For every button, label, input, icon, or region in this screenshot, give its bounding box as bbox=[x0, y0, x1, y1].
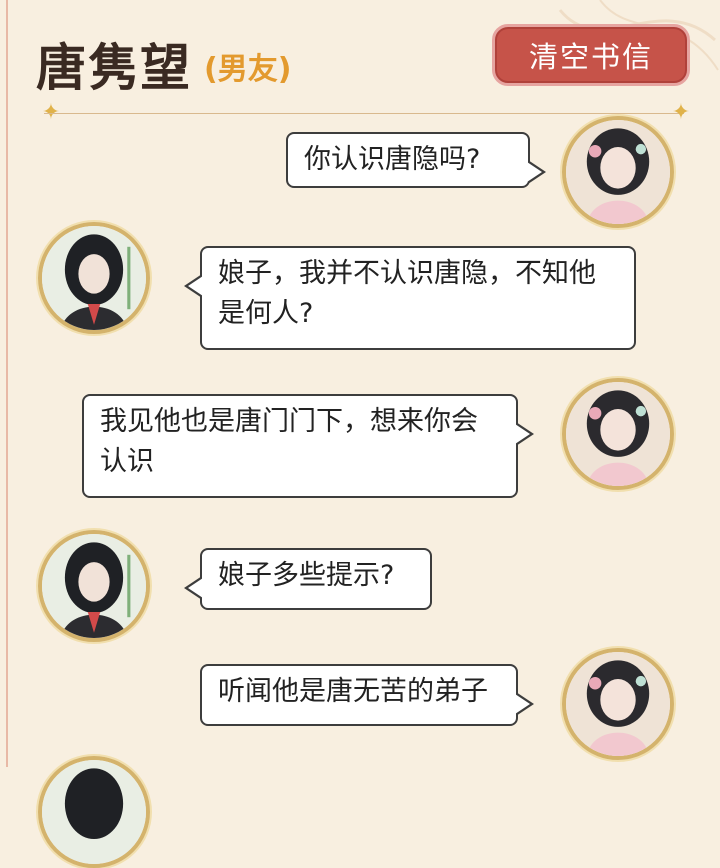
clear-letters-button[interactable]: 清空书信 bbox=[492, 24, 690, 86]
contact-avatar[interactable] bbox=[38, 756, 150, 868]
message-bubble-player: 听闻他是唐无苦的弟子 bbox=[200, 664, 534, 726]
male-avatar-icon bbox=[42, 534, 146, 638]
message-text-line: 是何人? bbox=[218, 298, 314, 329]
message-text-line: 娘子，我并不认识唐隐，不知他 bbox=[218, 258, 596, 289]
header-divider bbox=[44, 113, 684, 114]
female-avatar-icon bbox=[566, 382, 670, 486]
player-avatar[interactable] bbox=[562, 648, 674, 760]
message-bubble-contact: 娘子，我并不认识唐隐，不知他 是何人? bbox=[184, 246, 636, 350]
male-avatar-icon bbox=[42, 226, 146, 330]
contact-avatar[interactable] bbox=[38, 222, 150, 334]
message-text-line: 我见他也是唐门门下，想来你会 bbox=[100, 406, 478, 437]
female-avatar-icon bbox=[566, 652, 670, 756]
message-bubble-player: 你认识唐隐吗? bbox=[286, 132, 546, 188]
contact-avatar[interactable] bbox=[38, 530, 150, 642]
message-text-line: 认识 bbox=[100, 446, 154, 477]
contact-name: 唐隽望 bbox=[36, 38, 192, 97]
message-bubble-contact: 娘子多些提示? bbox=[184, 548, 432, 610]
contact-role: (男友) bbox=[204, 52, 292, 87]
sparkle-icon: ✦ bbox=[671, 100, 691, 125]
message-text: 你认识唐隐吗? bbox=[304, 144, 481, 175]
player-avatar[interactable] bbox=[562, 116, 674, 228]
message-text: 娘子多些提示? bbox=[218, 560, 395, 591]
male-avatar-icon bbox=[42, 760, 146, 864]
message-bubble-player: 我见他也是唐门门下，想来你会 认识 bbox=[82, 394, 534, 498]
chat-header: 唐隽望 (男友) 清空书信 ✦ ✦ bbox=[0, 0, 720, 130]
message-text: 听闻他是唐无苦的弟子 bbox=[218, 676, 488, 707]
player-avatar[interactable] bbox=[562, 378, 674, 490]
female-avatar-icon bbox=[566, 120, 670, 224]
